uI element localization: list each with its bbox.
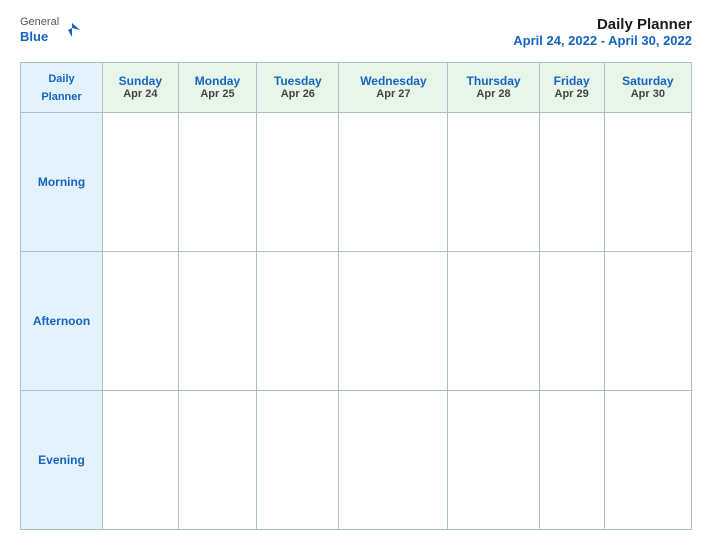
daily-planner-header-cell: Daily Planner xyxy=(21,63,103,113)
afternoon-wednesday[interactable] xyxy=(339,251,448,390)
day-header-friday: Friday Apr 29 xyxy=(539,63,604,113)
afternoon-tuesday[interactable] xyxy=(257,251,339,390)
page-header: General Blue Daily Planner April 24, 202… xyxy=(20,16,692,48)
evening-saturday[interactable] xyxy=(604,390,691,529)
header-col-label: Daily Planner xyxy=(41,73,81,103)
afternoon-monday[interactable] xyxy=(178,251,257,390)
evening-row: Evening xyxy=(21,390,692,529)
morning-thursday[interactable] xyxy=(448,112,539,251)
evening-monday[interactable] xyxy=(178,390,257,529)
arrow-icon xyxy=(62,21,80,39)
afternoon-label: Afternoon xyxy=(21,251,103,390)
afternoon-friday[interactable] xyxy=(539,251,604,390)
date-range: April 24, 2022 - April 30, 2022 xyxy=(513,33,692,48)
day-header-thursday: Thursday Apr 28 xyxy=(448,63,539,113)
afternoon-saturday[interactable] xyxy=(604,251,691,390)
evening-label: Evening xyxy=(21,390,103,529)
morning-sunday[interactable] xyxy=(103,112,179,251)
morning-tuesday[interactable] xyxy=(257,112,339,251)
afternoon-sunday[interactable] xyxy=(103,251,179,390)
day-header-monday: Monday Apr 25 xyxy=(178,63,257,113)
morning-monday[interactable] xyxy=(178,112,257,251)
day-header-sunday: Sunday Apr 24 xyxy=(103,63,179,113)
morning-friday[interactable] xyxy=(539,112,604,251)
evening-sunday[interactable] xyxy=(103,390,179,529)
calendar-header-row: Daily Planner Sunday Apr 24 Monday Apr 2… xyxy=(21,63,692,113)
day-header-wednesday: Wednesday Apr 27 xyxy=(339,63,448,113)
evening-thursday[interactable] xyxy=(448,390,539,529)
morning-saturday[interactable] xyxy=(604,112,691,251)
morning-wednesday[interactable] xyxy=(339,112,448,251)
logo-area: General Blue xyxy=(20,16,80,45)
evening-tuesday[interactable] xyxy=(257,390,339,529)
calendar-table: Daily Planner Sunday Apr 24 Monday Apr 2… xyxy=(20,62,692,530)
evening-friday[interactable] xyxy=(539,390,604,529)
morning-row: Morning xyxy=(21,112,692,251)
page-title: Daily Planner xyxy=(513,16,692,33)
day-header-tuesday: Tuesday Apr 26 xyxy=(257,63,339,113)
title-area: Daily Planner April 24, 2022 - April 30,… xyxy=(513,16,692,48)
morning-label: Morning xyxy=(21,112,103,251)
afternoon-row: Afternoon xyxy=(21,251,692,390)
afternoon-thursday[interactable] xyxy=(448,251,539,390)
day-header-saturday: Saturday Apr 30 xyxy=(604,63,691,113)
evening-wednesday[interactable] xyxy=(339,390,448,529)
